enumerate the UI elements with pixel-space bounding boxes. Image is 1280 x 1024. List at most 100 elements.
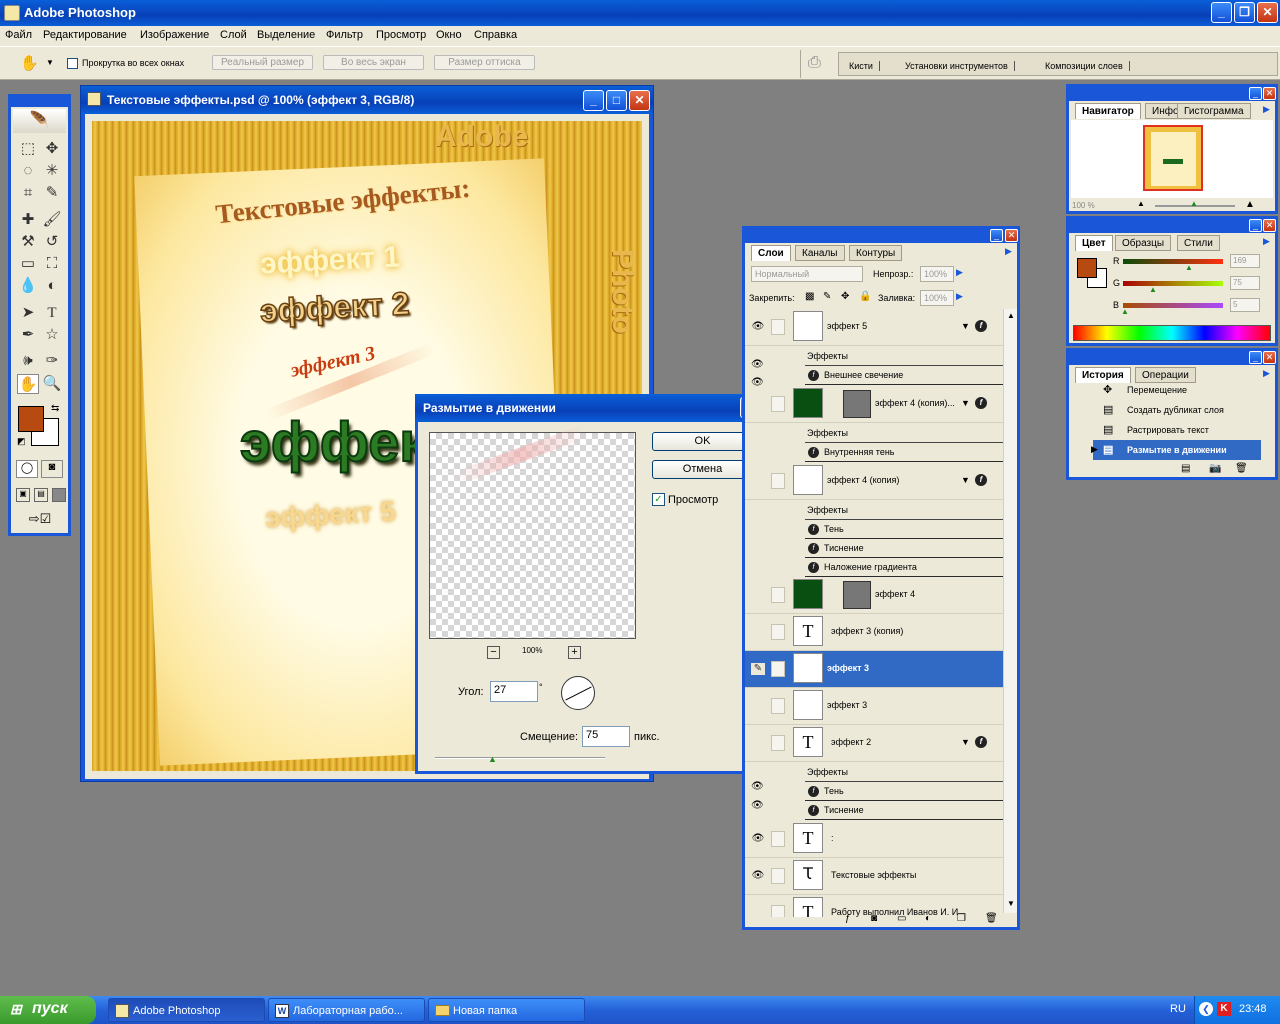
color-minimize-button[interactable]: _ [1249, 219, 1262, 232]
effect-row[interactable]: f Наложение градиента [805, 558, 1003, 577]
visibility-eye-icon[interactable]: 👁 [751, 833, 765, 845]
zoom-out-button[interactable]: − [487, 646, 500, 659]
layers-close-button[interactable]: ✕ [1005, 229, 1018, 242]
default-colors-icon[interactable]: ◩ [17, 436, 26, 447]
link-box[interactable] [771, 587, 785, 603]
opacity-arrow-icon[interactable]: ▶ [956, 267, 963, 278]
layer-row[interactable]: 👁 Ꚍ Текстовые эффекты [745, 858, 1003, 895]
clone-stamp-icon[interactable]: ⚒ [17, 232, 39, 252]
r-slider-thumb[interactable]: ▲ [1185, 263, 1193, 272]
ok-button[interactable]: OK [652, 432, 753, 451]
navigator-zoom-in-icon[interactable]: ▲ [1245, 199, 1255, 210]
menu-window[interactable]: Окно [436, 29, 462, 41]
effect-row[interactable]: f Внутренняя тень [805, 443, 1003, 462]
close-button[interactable]: ✕ [1257, 2, 1278, 23]
type-tool-icon[interactable]: T [41, 303, 63, 323]
effect-row[interactable]: f Тень [805, 520, 1003, 539]
paint-bucket-icon[interactable]: ⛶ [41, 254, 63, 274]
effects-row[interactable]: Эффекты [805, 424, 1003, 443]
layer-row[interactable]: T эффект 3 (копия) [745, 614, 1003, 651]
layer-row[interactable]: 👁 T : [745, 821, 1003, 858]
screen-mode-standard-icon[interactable]: ▣ [16, 488, 30, 502]
effect-row[interactable]: f Тиснение [805, 539, 1003, 558]
link-box[interactable] [771, 396, 785, 412]
eye-icon-col[interactable]: 👁 [751, 377, 764, 388]
history-state-arrow-icon[interactable]: ▶ [1091, 444, 1098, 455]
new-adjustment-icon[interactable]: ◐ [925, 913, 931, 924]
link-box[interactable] [771, 735, 785, 751]
expand-arrow-icon[interactable]: ▼ [961, 737, 970, 747]
link-box[interactable] [771, 831, 785, 847]
cancel-button[interactable]: Отмена [652, 460, 753, 479]
link-box[interactable] [771, 473, 785, 489]
navigator-preview[interactable] [1071, 120, 1273, 198]
history-item[interactable]: ✥ Перемещение [1069, 380, 1267, 400]
foreground-color-swatch[interactable] [18, 406, 44, 432]
history-close-button[interactable]: ✕ [1263, 351, 1276, 364]
history-minimize-button[interactable]: _ [1249, 351, 1262, 364]
effect-row[interactable]: f Тиснение [805, 801, 1003, 820]
navigator-zoom-thumb[interactable]: ▲ [1190, 199, 1198, 208]
scroll-all-checkbox[interactable] [67, 58, 78, 69]
add-mask-icon[interactable]: ◙ [871, 913, 877, 924]
effect-row[interactable]: f Тень [805, 782, 1003, 801]
history-item[interactable]: ▤ Растрировать текст [1069, 420, 1267, 440]
tab-channels[interactable]: Каналы [795, 245, 845, 261]
navigator-zoom-value[interactable]: 100 % [1072, 201, 1095, 210]
eye-icon-col[interactable]: 👁 [751, 359, 764, 370]
g-slider[interactable] [1123, 281, 1223, 286]
menu-view[interactable]: Просмотр [376, 29, 426, 41]
healing-brush-icon[interactable]: ✚ [17, 210, 39, 230]
magic-wand-icon[interactable]: ✳ [41, 161, 63, 181]
slice-tool-icon[interactable]: ✎ [41, 183, 63, 203]
lock-all-icon[interactable]: 🔒 [859, 291, 871, 302]
blend-mode-select[interactable]: Нормальный [751, 266, 863, 282]
tab-paths[interactable]: Контуры [849, 245, 903, 261]
menu-image[interactable]: Изображение [140, 29, 209, 41]
taskbar-item-photoshop[interactable]: Adobe Photoshop [108, 998, 265, 1022]
distance-slider-track[interactable] [435, 757, 605, 759]
tab-swatches[interactable]: Образцы [1115, 235, 1172, 251]
navigator-close-button[interactable]: ✕ [1263, 87, 1276, 100]
scroll-up-arrow-icon[interactable]: ▲ [1007, 311, 1015, 320]
taskbar-item-word-document[interactable]: W Лабораторная рабо... [268, 998, 425, 1022]
actual-pixels-button[interactable]: Реальный размер [212, 55, 313, 70]
color-close-button[interactable]: ✕ [1263, 219, 1276, 232]
tool-preset-arrow-icon[interactable]: ▼ [46, 58, 54, 67]
history-menu-arrow-icon[interactable]: ▶ [1263, 368, 1270, 379]
navigator-minimize-button[interactable]: _ [1249, 87, 1262, 100]
brush-tool-icon[interactable]: 🖌 [41, 210, 63, 230]
layer-row[interactable]: эффект 4 (копия) ▼ f [745, 463, 1003, 500]
b-slider[interactable] [1123, 303, 1223, 308]
angle-dial[interactable] [561, 676, 595, 710]
pen-tool-icon[interactable]: ✒ [17, 325, 39, 345]
effects-row[interactable]: Эффекты [805, 501, 1003, 520]
notes-tool-icon[interactable]: 🕪 [17, 351, 39, 371]
expand-arrow-icon[interactable]: ▼ [961, 475, 970, 485]
blur-tool-icon[interactable]: 💧 [17, 276, 39, 296]
palette-tab-tool-presets[interactable]: Установки инструментов [899, 61, 1015, 71]
expand-arrow-icon[interactable]: ▼ [961, 398, 970, 408]
standard-mode-icon[interactable]: ◯ [16, 460, 38, 478]
history-item-selected[interactable]: ▤ Размытие в движении [1093, 440, 1261, 460]
menu-edit[interactable]: Редактирование [43, 29, 127, 41]
new-set-icon[interactable]: ▭ [897, 913, 906, 924]
kaspersky-icon[interactable]: K [1217, 1002, 1231, 1016]
print-size-button[interactable]: Размер оттиска [434, 55, 535, 70]
preview-checkbox[interactable]: ✓ [652, 493, 665, 506]
link-box[interactable] [771, 661, 785, 677]
lasso-tool-icon[interactable]: ◌ [17, 161, 39, 181]
fill-input[interactable]: 100% [920, 290, 954, 306]
eraser-tool-icon[interactable]: ▭ [17, 254, 39, 274]
minimize-button[interactable]: _ [1211, 2, 1232, 23]
adobe-feather-logo[interactable]: 🪶 [13, 109, 66, 133]
jump-to-imageready-icon[interactable]: ⇨☑ [17, 511, 63, 529]
quickmask-mode-icon[interactable]: ◙ [41, 460, 63, 478]
visibility-eye-icon[interactable]: 👁 [751, 870, 765, 882]
color-menu-arrow-icon[interactable]: ▶ [1263, 236, 1270, 247]
scroll-down-arrow-icon[interactable]: ▼ [1007, 899, 1015, 908]
screen-mode-full-icon[interactable] [52, 488, 66, 502]
lock-position-icon[interactable]: ✥ [841, 291, 849, 302]
restore-button[interactable]: ❐ [1234, 2, 1255, 23]
doc-close-button[interactable]: ✕ [629, 90, 650, 111]
